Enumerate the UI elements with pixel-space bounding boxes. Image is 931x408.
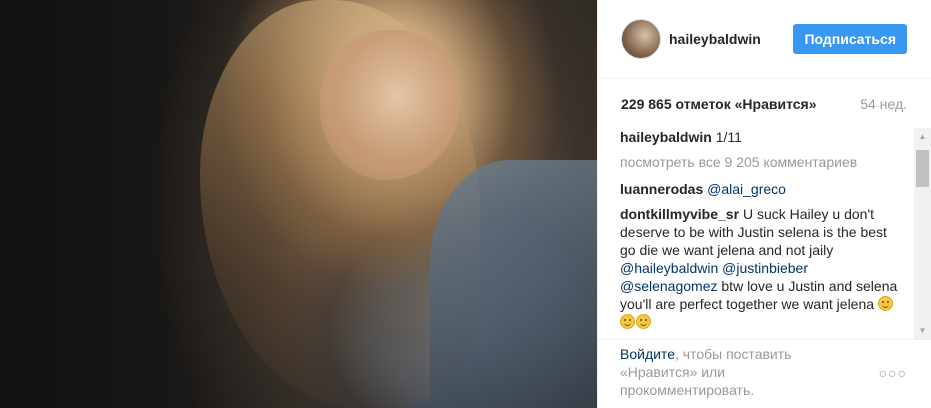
comment-mention[interactable]: @selenagomez: [620, 278, 718, 294]
comments-scrollbar[interactable]: ▲ ▼: [914, 128, 931, 339]
more-options-icon[interactable]: ○○○: [879, 364, 907, 382]
post-header: haileybaldwin Подписаться: [598, 0, 931, 79]
caption-text: 1/11: [711, 129, 742, 145]
login-prompt: Войдите, чтобы поставить «Нравится» или …: [597, 339, 931, 408]
scroll-down-arrow-icon[interactable]: ▼: [914, 322, 931, 339]
scroll-up-arrow-icon[interactable]: ▲: [914, 128, 931, 145]
smiley-face-icon: [620, 314, 635, 329]
caption-author[interactable]: haileybaldwin: [620, 129, 712, 145]
view-all-comments-link[interactable]: посмотреть все 9 205 комментариев: [620, 153, 905, 171]
login-prompt-text: прокомментировать.: [620, 382, 755, 398]
login-prompt-text: «Нравится» или: [620, 364, 726, 380]
post-time[interactable]: 54 нед.: [860, 96, 907, 112]
author-username[interactable]: haileybaldwin: [669, 31, 793, 47]
comment-author[interactable]: luannerodas: [620, 181, 703, 197]
comment-mention[interactable]: @alai_greco: [707, 181, 786, 197]
login-prompt-text: , чтобы поставить: [674, 346, 792, 362]
follow-button[interactable]: Подписаться: [793, 24, 907, 54]
grinning-face-icon: [636, 314, 651, 329]
photo-denim-shirt-shape: [430, 160, 597, 408]
likes-row: 229 865 отметок «Нравится» 54 нед.: [598, 79, 931, 129]
comment-author[interactable]: dontkillmyvibe_sr: [620, 206, 739, 222]
list-item: dontkillmyvibe_sr U suck Hailey u don't …: [620, 205, 905, 331]
scrollbar-thumb[interactable]: [916, 150, 929, 187]
likes-count[interactable]: 229 865 отметок «Нравится»: [621, 96, 817, 112]
avatar[interactable]: [621, 19, 661, 59]
comments-list: haileybaldwin 1/11 посмотреть все 9 205 …: [620, 128, 905, 339]
list-item: luannerodas @alai_greco: [620, 180, 905, 198]
smiley-face-icon: [877, 296, 893, 311]
login-link[interactable]: Войдите: [620, 346, 675, 362]
comment-mention[interactable]: @haileybaldwin: [620, 260, 718, 276]
caption: haileybaldwin 1/11: [620, 128, 905, 146]
post-photo[interactable]: [0, 0, 597, 408]
comment-mention[interactable]: @justinbieber: [722, 260, 808, 276]
